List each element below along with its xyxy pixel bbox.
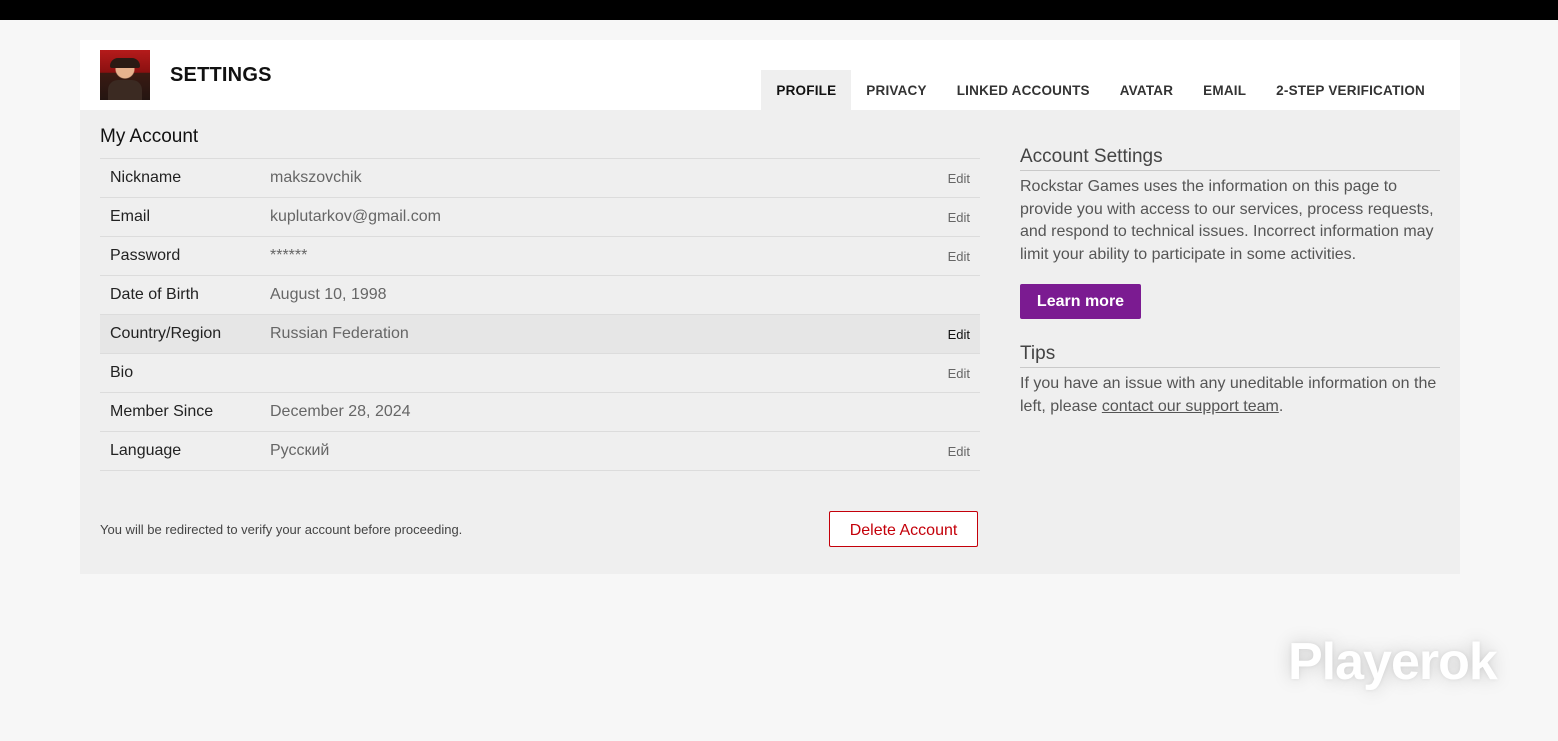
tab-2-step-verification[interactable]: 2-STEP VERIFICATION (1261, 70, 1440, 110)
row-value: December 28, 2024 (270, 403, 411, 420)
row-value: makszovchik (270, 169, 362, 186)
account-row-bio: Bio Edit (100, 354, 980, 393)
learn-more-button[interactable]: Learn more (1020, 284, 1141, 319)
account-row-password: Password ****** Edit (100, 237, 980, 276)
row-value: kuplutarkov@gmail.com (270, 208, 441, 225)
tips-text: If you have an issue with any uneditable… (1020, 373, 1440, 418)
row-label: Nickname (110, 169, 182, 186)
tab-linked-accounts[interactable]: LINKED ACCOUNTS (942, 70, 1105, 110)
tab-email[interactable]: EMAIL (1188, 70, 1261, 110)
edit-language-link[interactable]: Edit (948, 444, 970, 459)
page-title: SETTINGS (170, 64, 272, 86)
playerok-watermark: Playerok (1288, 633, 1498, 691)
account-row-member-since: Member Since December 28, 2024 (100, 393, 980, 432)
tips-title: Tips (1020, 343, 1440, 368)
row-label: Date of Birth (110, 286, 199, 303)
contact-support-link[interactable]: contact our support team (1102, 398, 1279, 415)
account-row-language: Language Русский Edit (100, 432, 980, 471)
edit-email-link[interactable]: Edit (948, 210, 970, 225)
redirect-note: You will be redirected to verify your ac… (100, 522, 463, 537)
my-account-title: My Account (100, 126, 199, 147)
edit-country-region-link[interactable]: Edit (948, 327, 970, 342)
row-value: Русский (270, 442, 330, 459)
delete-account-button[interactable]: Delete Account (829, 511, 978, 547)
row-label: Bio (110, 364, 134, 381)
my-account-section: My Account Nickname makszovchik Edit Ema… (100, 126, 980, 471)
row-label: Email (110, 208, 151, 225)
tips-section: Tips If you have an issue with any unedi… (1020, 343, 1440, 418)
account-rows: Nickname makszovchik Edit Email kuplutar… (100, 158, 980, 471)
tab-avatar[interactable]: AVATAR (1105, 70, 1188, 110)
row-label: Member Since (110, 403, 214, 420)
avatar (100, 50, 150, 100)
settings-panel: SETTINGS PROFILE PRIVACY LINKED ACCOUNTS… (80, 40, 1460, 574)
edit-nickname-link[interactable]: Edit (948, 171, 970, 186)
tab-bar: PROFILE PRIVACY LINKED ACCOUNTS AVATAR E… (761, 70, 1440, 110)
account-settings-description: Rockstar Games uses the information on t… (1020, 178, 1434, 263)
tips-text-after: . (1278, 397, 1284, 415)
avatar-coat-shape (108, 80, 142, 100)
row-value: ****** (270, 247, 308, 264)
settings-header: SETTINGS PROFILE PRIVACY LINKED ACCOUNTS… (80, 40, 1460, 110)
account-settings-title: Account Settings (1020, 146, 1440, 171)
tab-profile[interactable]: PROFILE (761, 70, 852, 110)
row-value: Russian Federation (270, 325, 409, 342)
row-label: Country/Region (110, 325, 222, 342)
top-bar (0, 0, 1558, 20)
account-row-country-region: Country/Region Russian Federation Edit (100, 315, 980, 354)
account-settings-sidebar: Account Settings Rockstar Games uses the… (1020, 146, 1440, 418)
tab-privacy[interactable]: PRIVACY (851, 70, 941, 110)
row-label: Language (110, 442, 182, 459)
edit-bio-link[interactable]: Edit (948, 366, 970, 381)
account-row-email: Email kuplutarkov@gmail.com Edit (100, 198, 980, 237)
avatar-hat-shape (110, 58, 140, 68)
row-value: August 10, 1998 (270, 286, 387, 303)
account-row-nickname: Nickname makszovchik Edit (100, 159, 980, 198)
row-label: Password (110, 247, 181, 264)
edit-password-link[interactable]: Edit (948, 249, 970, 264)
account-row-date-of-birth: Date of Birth August 10, 1998 (100, 276, 980, 315)
